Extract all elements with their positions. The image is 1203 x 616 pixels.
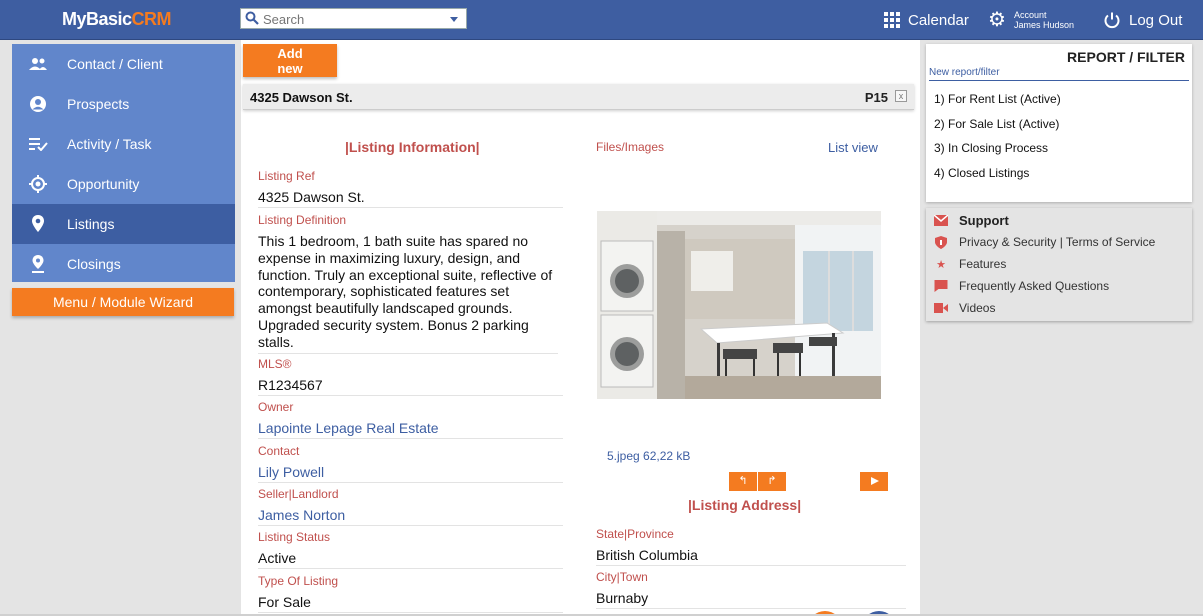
field-value-city-town[interactable]: Burnaby [596, 590, 906, 609]
sidebar-item-label: Contact / Client [67, 56, 163, 72]
field-value-listing-ref[interactable]: 4325 Dawson St. [258, 189, 563, 208]
grid-icon [884, 12, 900, 28]
field-label-state-province: State|Province [596, 527, 674, 541]
search-icon [245, 11, 259, 25]
field-label-type-of-listing: Type Of Listing [258, 574, 339, 588]
list-view-link[interactable]: List view [828, 140, 878, 155]
close-icon[interactable]: x [895, 90, 907, 102]
field-value-mls[interactable]: R1234567 [258, 377, 563, 396]
report-filter-title: REPORT / FILTER [1067, 49, 1185, 65]
new-report-filter-link[interactable]: New report/filter [929, 67, 1000, 78]
listing-photo-image [597, 211, 881, 399]
videos-link[interactable]: Videos [934, 301, 995, 315]
report-filter-panel: REPORT / FILTER New report/filter 1) For… [926, 44, 1192, 202]
field-label-mls: MLS® [258, 357, 292, 371]
field-label-listing-definition: Listing Definition [258, 213, 347, 227]
account-user-name: James Hudson [1013, 20, 1074, 30]
logout-button[interactable]: Log Out [1103, 0, 1182, 40]
record-header: 4325 Dawson St. P15 x [243, 84, 914, 110]
sidebar-item-contact-client[interactable]: Contact / Client [12, 44, 235, 84]
top-bar: MyBasicCRM Calendar ⚙ AccountJames Hudso… [0, 0, 1203, 40]
listing-photo[interactable] [597, 211, 881, 399]
app-logo[interactable]: MyBasicCRM [62, 9, 172, 30]
add-new-line2: new [277, 61, 303, 76]
support-link[interactable]: Support [934, 213, 1009, 228]
record-title: 4325 Dawson St. [250, 90, 353, 105]
features-link[interactable]: ★ Features [934, 257, 1006, 271]
previous-image-button[interactable]: ↰ [729, 472, 758, 491]
gear-icon: ⚙ [988, 9, 1006, 31]
faq-label: Frequently Asked Questions [959, 279, 1110, 293]
sidebar-item-label: Activity / Task [67, 136, 152, 152]
field-label-contact: Contact [258, 444, 300, 458]
field-value-state-province[interactable]: British Columbia [596, 547, 906, 566]
sidebar-item-activity-task[interactable]: Activity / Task [12, 124, 235, 164]
divider [929, 80, 1189, 81]
support-label: Support [959, 213, 1009, 228]
faq-link[interactable]: Frequently Asked Questions [934, 279, 1109, 293]
field-label-listing-status: Listing Status [258, 530, 331, 544]
page-number: P15 [864, 90, 888, 105]
report-item-closed[interactable]: 4) Closed Listings [934, 166, 1029, 180]
power-icon [1104, 12, 1120, 29]
file-info: 5.jpeg 62,22 kB [607, 449, 691, 463]
calendar-button[interactable]: Calendar [884, 0, 969, 40]
map-pin-icon [32, 215, 44, 232]
report-item-for-sale[interactable]: 2) For Sale List (Active) [934, 117, 1059, 131]
field-value-contact[interactable]: Lily Powell [258, 464, 563, 483]
star-icon: ★ [936, 258, 946, 271]
sidebar-item-label: Closings [67, 256, 121, 272]
pin-drop-icon [32, 255, 44, 273]
files-images-label: Files/Images [596, 140, 665, 154]
logout-label: Log Out [1129, 11, 1183, 29]
sidebar-item-closings[interactable]: Closings [12, 244, 235, 284]
listing-information-heading: |Listing Information| [345, 139, 480, 155]
add-new-line1: Add [277, 46, 303, 61]
image-nav-buttons: ↰ ↱ [729, 472, 786, 491]
chevron-down-icon[interactable] [450, 17, 458, 22]
people-icon [29, 58, 47, 70]
field-label-seller-landlord: Seller|Landlord [258, 487, 339, 501]
field-value-listing-definition[interactable]: This 1 bedroom, 1 bath suite has spared … [258, 233, 558, 354]
task-list-icon [29, 138, 48, 151]
sidebar-item-label: Prospects [67, 96, 130, 112]
sidebar: Contact / Client Prospects Activity / Ta… [12, 44, 235, 282]
target-icon [29, 175, 47, 193]
menu-module-wizard-button[interactable]: Menu / Module Wizard [12, 288, 234, 316]
mail-icon [934, 215, 948, 226]
field-label-owner: Owner [258, 400, 294, 414]
account-button[interactable]: ⚙ Account James Hudson [988, 0, 1074, 40]
next-image-button[interactable]: ↱ [758, 472, 786, 491]
shield-icon [935, 235, 947, 249]
sidebar-item-prospects[interactable]: Prospects [12, 84, 235, 124]
calendar-label: Calendar [908, 11, 969, 29]
report-item-for-rent[interactable]: 1) For Rent List (Active) [934, 92, 1061, 106]
privacy-terms-link[interactable]: Privacy & Security | Terms of Service [934, 235, 1155, 249]
field-value-type-of-listing[interactable]: For Sale [258, 594, 563, 613]
sidebar-item-label: Opportunity [67, 176, 140, 192]
account-label: Account James Hudson [1014, 10, 1074, 30]
features-label: Features [959, 257, 1007, 271]
play-icon[interactable] [860, 472, 888, 491]
field-value-seller-landlord[interactable]: James Norton [258, 507, 563, 526]
field-label-city-town: City|Town [596, 570, 648, 584]
add-new-button[interactable]: Add new [243, 44, 337, 77]
search-box[interactable] [240, 8, 467, 29]
field-label-listing-ref: Listing Ref [258, 169, 315, 183]
field-value-listing-status[interactable]: Active [258, 550, 563, 569]
user-circle-icon [30, 96, 46, 112]
videos-label: Videos [959, 301, 996, 315]
report-item-in-closing[interactable]: 3) In Closing Process [934, 141, 1048, 155]
sidebar-item-opportunity[interactable]: Opportunity [12, 164, 235, 204]
support-panel: Support Privacy & Security | Terms of Se… [926, 208, 1192, 321]
sidebar-item-listings[interactable]: Listings [12, 204, 235, 244]
field-value-owner[interactable]: Lapointe Lepage Real Estate [258, 420, 563, 439]
sidebar-item-label: Listings [67, 216, 115, 232]
video-icon [934, 303, 948, 313]
account-line1: Account [1013, 10, 1047, 20]
privacy-terms-label: Privacy & Security | Terms of Service [959, 235, 1156, 249]
listing-address-heading: |Listing Address| [688, 497, 802, 513]
chat-icon [934, 280, 948, 292]
search-input[interactable] [263, 11, 443, 27]
